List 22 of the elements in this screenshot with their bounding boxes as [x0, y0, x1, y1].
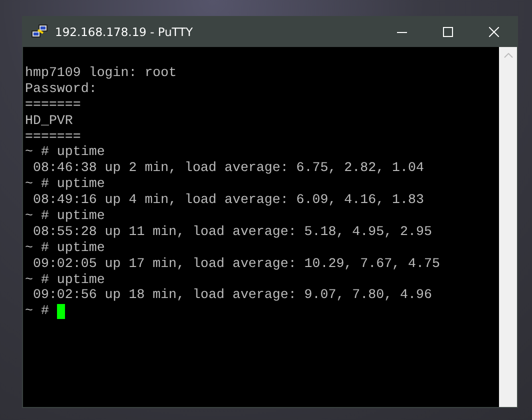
- shell-prompt: ~ #: [25, 303, 49, 320]
- terminal-line: 09:02:05 up 17 min, load average: 10.29, 7.67, 4.75: [32, 256, 441, 272]
- terminal-line: ~ # uptime: [25, 208, 106, 224]
- window-title: 192.168.178.19 - PuTTY: [55, 25, 194, 39]
- terminal-line: hmp7109 login: root: [25, 65, 178, 81]
- terminal-line: =======: [25, 96, 82, 113]
- terminal-line: 08:49:16 up 4 min, load average: 6.09, 4.16, 1.83: [32, 192, 425, 208]
- terminal-line: ~ # uptime: [25, 144, 106, 160]
- terminal-line: 08:55:28 up 11 min, load average: 5.18, 4.95, 2.95: [32, 224, 433, 240]
- terminal-line: 09:02:56 up 18 min, load average: 9.07, 7.80, 4.96: [32, 287, 433, 304]
- terminal-line: ~ # uptime: [25, 176, 106, 192]
- terminal-line: ~ # uptime: [25, 240, 106, 256]
- terminal-line: HD_PVR: [25, 112, 74, 129]
- terminal-line: =======: [25, 128, 82, 144]
- maximize-icon: [443, 27, 453, 37]
- close-icon: [489, 27, 499, 37]
- text-cursor: [56, 304, 65, 319]
- terminal-line: Password:: [25, 80, 98, 97]
- terminal-line: ~ # uptime: [25, 272, 106, 288]
- terminal-line: 08:46:38 up 2 min, load average: 6.75, 2.82, 1.04: [32, 160, 425, 176]
- computers-icon: [31, 24, 49, 40]
- scrollbar[interactable]: [499, 47, 517, 407]
